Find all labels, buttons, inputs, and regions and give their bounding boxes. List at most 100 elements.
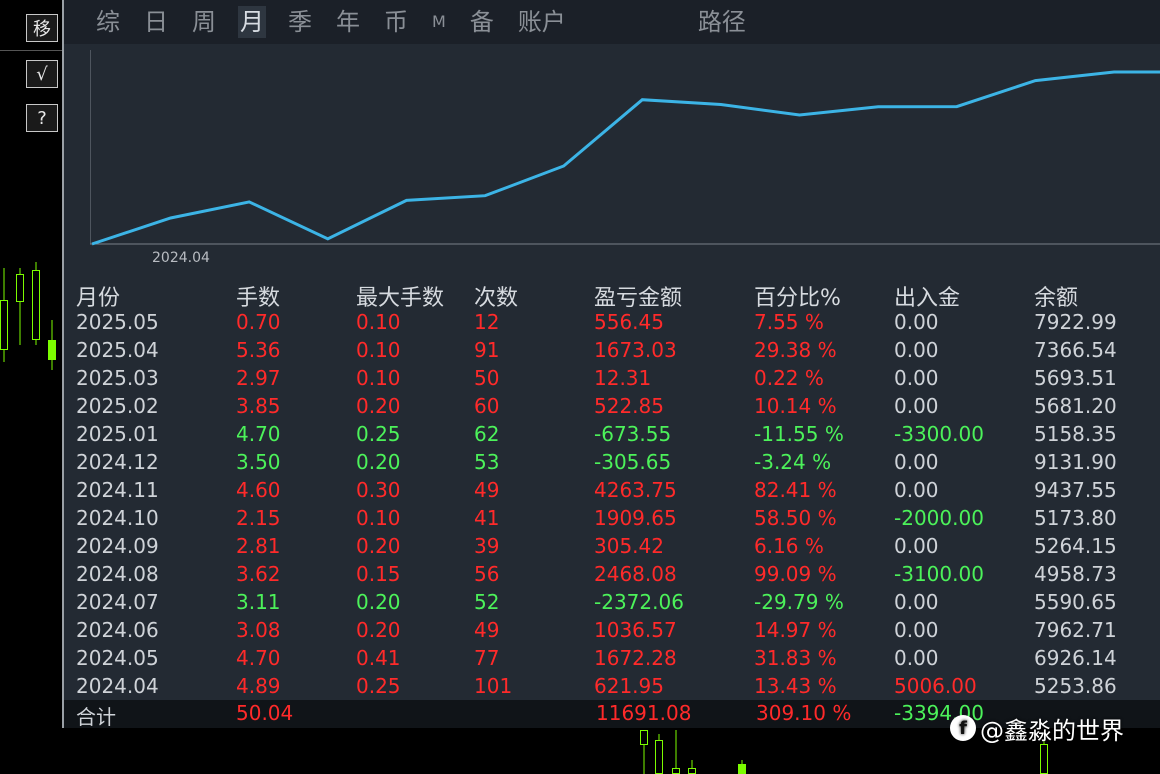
cell-pnl: 522.85 — [594, 394, 664, 418]
cell-flow: 0.00 — [894, 394, 939, 418]
total-percent: 309.10 % — [756, 701, 852, 725]
total-pnl: 11691.08 — [596, 701, 692, 725]
move-button[interactable]: 移 — [26, 14, 58, 42]
cell-month: 2024.06 — [76, 618, 159, 642]
cell-month: 2024.07 — [76, 590, 159, 614]
cell-percent: 10.14 % — [754, 394, 837, 418]
cell-balance: 5158.35 — [1034, 422, 1117, 446]
cell-month: 2025.05 — [76, 310, 159, 334]
cell-balance: 6926.14 — [1034, 646, 1117, 670]
cell-month: 2024.11 — [76, 478, 159, 502]
equity-series-line — [91, 70, 1160, 246]
cell-count: 53 — [474, 450, 500, 474]
cell-flow: 0.00 — [894, 450, 939, 474]
cell-lots: 3.85 — [236, 394, 281, 418]
tab-day[interactable]: 日 — [142, 6, 170, 38]
cell-flow: -3100.00 — [894, 562, 984, 586]
check-button[interactable]: √ — [26, 60, 58, 88]
cell-flow: 0.00 — [894, 338, 939, 362]
tab-overview[interactable]: 综 — [94, 6, 122, 38]
cell-flow: 0.00 — [894, 534, 939, 558]
cell-pnl: -305.65 — [594, 450, 672, 474]
candlestick — [655, 734, 663, 774]
table-row: 2024.07 3.11 0.20 52 -2372.06 -29.79 % 0.00 559… — [74, 588, 1154, 616]
tab-account[interactable]: 账户 — [516, 6, 568, 38]
toolbar-divider — [0, 50, 62, 51]
cell-month: 2024.04 — [76, 674, 159, 698]
watermark-text: @鑫淼的世界 — [980, 716, 1124, 745]
cell-flow: -3300.00 — [894, 422, 984, 446]
cell-percent: 29.38 % — [754, 338, 837, 362]
cell-pnl: 2468.08 — [594, 562, 677, 586]
cell-flow: -2000.00 — [894, 506, 984, 530]
cell-month: 2025.04 — [76, 338, 159, 362]
cell-lots: 0.70 — [236, 310, 281, 334]
cell-lots: 5.36 — [236, 338, 281, 362]
cell-pnl: 1036.57 — [594, 618, 677, 642]
cell-balance: 5693.51 — [1034, 366, 1117, 390]
tab-month[interactable]: 月 — [238, 6, 266, 38]
tab-quarter[interactable]: 季 — [286, 6, 314, 38]
cell-lots: 3.62 — [236, 562, 281, 586]
cell-lots: 4.89 — [236, 674, 281, 698]
table-row: 2024.09 2.81 0.20 39 305.42 6.16 % 0.00 5264.15 — [74, 532, 1154, 560]
cell-balance: 7962.71 — [1034, 618, 1117, 642]
cell-percent: -29.79 % — [754, 590, 844, 614]
cell-pnl: 4263.75 — [594, 478, 677, 502]
cell-percent: 99.09 % — [754, 562, 837, 586]
candlestick — [16, 268, 24, 345]
cell-max-lots: 0.30 — [356, 478, 401, 502]
cell-pnl: -2372.06 — [594, 590, 684, 614]
tab-notes[interactable]: 备 — [468, 6, 496, 38]
monthly-stats-panel: 综 日 周 月 季 年 币 M 备 账户 路径 2024.04 月份 手数 最大… — [62, 0, 1160, 729]
cell-percent: 13.43 % — [754, 674, 837, 698]
tab-path[interactable]: 路径 — [696, 6, 748, 38]
cell-lots: 3.08 — [236, 618, 281, 642]
cell-max-lots: 0.41 — [356, 646, 401, 670]
table-row: 2025.05 0.70 0.10 12 556.45 7.55 % 0.00 7922.99 — [74, 308, 1154, 336]
equity-curve-chart — [90, 50, 1160, 246]
candlestick — [640, 730, 648, 774]
cell-balance: 9131.90 — [1034, 450, 1117, 474]
cell-max-lots: 0.25 — [356, 674, 401, 698]
cell-month: 2024.10 — [76, 506, 159, 530]
cell-percent: -3.24 % — [754, 450, 832, 474]
cell-max-lots: 0.20 — [356, 618, 401, 642]
cell-flow: 0.00 — [894, 310, 939, 334]
cell-pnl: 621.95 — [594, 674, 664, 698]
cell-month: 2024.09 — [76, 534, 159, 558]
table-row: 2024.10 2.15 0.10 41 1909.65 58.50 % -2000.00 5… — [74, 504, 1154, 532]
cell-lots: 2.15 — [236, 506, 281, 530]
period-tab-bar: 综 日 周 月 季 年 币 M 备 账户 路径 — [64, 0, 1160, 44]
tab-m[interactable]: M — [430, 6, 448, 38]
tab-year[interactable]: 年 — [334, 6, 362, 38]
candlestick — [738, 760, 746, 774]
cell-lots: 3.11 — [236, 590, 281, 614]
table-row: 2024.04 4.89 0.25 101 621.95 13.43 % 5006.00 52… — [74, 672, 1154, 700]
cell-flow: 0.00 — [894, 366, 939, 390]
cell-pnl: 1673.03 — [594, 338, 677, 362]
help-button[interactable]: ? — [26, 104, 58, 132]
facebook-icon: f — [950, 715, 976, 741]
table-row: 2025.02 3.85 0.20 60 522.85 10.14 % 0.00 5681.2… — [74, 392, 1154, 420]
cell-pnl: 1909.65 — [594, 506, 677, 530]
cell-flow: 0.00 — [894, 590, 939, 614]
cell-count: 60 — [474, 394, 500, 418]
cell-count: 56 — [474, 562, 500, 586]
table-row: 2025.01 4.70 0.25 62 -673.55 -11.55 % -3300.00… — [74, 420, 1154, 448]
table-row: 2025.03 2.97 0.10 50 12.31 0.22 % 0.00 5693.51 — [74, 364, 1154, 392]
cell-max-lots: 0.10 — [356, 338, 401, 362]
cell-count: 52 — [474, 590, 500, 614]
cell-lots: 2.81 — [236, 534, 281, 558]
cell-count: 91 — [474, 338, 500, 362]
tab-currency[interactable]: 币 — [382, 6, 410, 38]
cell-balance: 5253.86 — [1034, 674, 1117, 698]
cell-month: 2025.01 — [76, 422, 159, 446]
candlestick — [688, 760, 696, 774]
cell-flow: 0.00 — [894, 478, 939, 502]
tab-week[interactable]: 周 — [190, 6, 218, 38]
cell-flow: 5006.00 — [894, 674, 977, 698]
cell-count: 12 — [474, 310, 500, 334]
cell-balance: 4958.73 — [1034, 562, 1117, 586]
cell-pnl: -673.55 — [594, 422, 672, 446]
